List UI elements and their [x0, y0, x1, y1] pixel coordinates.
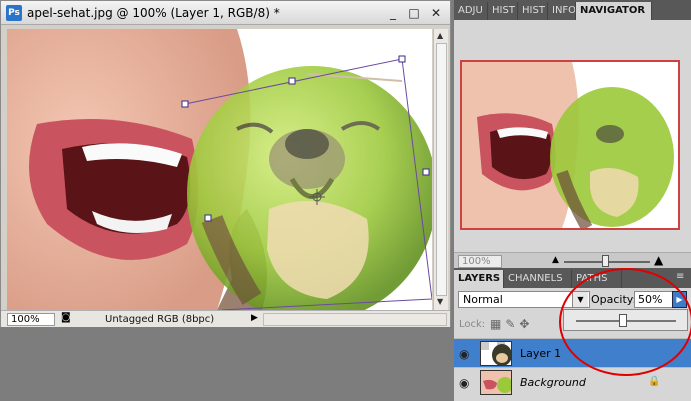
horizontal-scrollbar[interactable]	[263, 313, 447, 326]
vertical-scrollbar[interactable]: ▲ ▼	[433, 29, 448, 310]
photoshop-icon: Ps	[6, 5, 22, 21]
lock-label: Lock:	[459, 319, 486, 330]
layer-name[interactable]: Background	[520, 376, 586, 389]
document-info[interactable]: Untagged RGB (8bpc)	[105, 314, 214, 325]
navigator-zoom-field[interactable]: 100%	[458, 255, 502, 268]
scroll-down-icon[interactable]: ▼	[437, 297, 443, 306]
zoom-field[interactable]: 100%	[7, 313, 55, 326]
tab-adjustments[interactable]: ADJU	[454, 2, 488, 20]
zoom-in-icon[interactable]: ▲	[654, 253, 663, 267]
eye-icon[interactable]: ◉	[459, 376, 469, 390]
lock-options[interactable]: ▦✎✥	[490, 317, 533, 331]
status-menu-icon[interactable]: ▶	[251, 313, 258, 323]
document-window: Ps apel-sehat.jpg @ 100% (Layer 1, RGB/8…	[0, 0, 451, 327]
navigator-thumbnail	[462, 62, 678, 228]
document-title-bar[interactable]: Ps apel-sehat.jpg @ 100% (Layer 1, RGB/8…	[1, 1, 450, 25]
maximize-button[interactable]: □	[406, 6, 422, 20]
panel-menu-icon[interactable]: ≡	[676, 271, 684, 282]
tab-channels[interactable]: CHANNELS	[504, 270, 572, 288]
canvas-artwork	[7, 29, 432, 310]
zoom-out-icon[interactable]: ▲	[552, 255, 559, 265]
eye-icon[interactable]: ◉	[459, 347, 469, 361]
tab-navigator[interactable]: NAVIGATOR	[576, 2, 652, 20]
tab-layers[interactable]: LAYERS	[454, 270, 504, 288]
scroll-thumb[interactable]	[436, 43, 447, 296]
navigator-zoom-knob[interactable]	[602, 255, 609, 267]
layer-row-background[interactable]: ◉ Background 🔒	[454, 367, 691, 396]
image-canvas[interactable]	[7, 29, 432, 310]
navigator-preview[interactable]	[460, 60, 680, 230]
tab-history[interactable]: HIST	[518, 2, 548, 20]
layer-thumbnail	[480, 341, 512, 366]
minimize-button[interactable]: _	[385, 6, 401, 20]
status-bar: 100% ◙ Untagged RGB (8bpc) ▶	[1, 310, 450, 327]
photoshop-workspace: Ps apel-sehat.jpg @ 100% (Layer 1, RGB/8…	[0, 0, 691, 401]
document-title: apel-sehat.jpg @ 100% (Layer 1, RGB/8) *	[27, 6, 280, 20]
tab-info[interactable]: INFO	[548, 2, 576, 20]
navigator-tab-strip: ADJU HIST HIST INFO NAVIGATOR	[454, 0, 691, 20]
red-annotation-circle	[559, 268, 691, 376]
scroll-up-icon[interactable]: ▲	[437, 31, 443, 40]
layer-thumbnail	[480, 370, 512, 395]
tab-histogram[interactable]: HIST	[488, 2, 518, 20]
navigator-panel: 100% ▲ ▲	[454, 20, 691, 270]
lock-icon: 🔒	[648, 376, 661, 387]
layer-name[interactable]: Layer 1	[520, 347, 561, 360]
status-icon[interactable]: ◙	[61, 312, 71, 323]
close-button[interactable]: ✕	[428, 6, 444, 20]
